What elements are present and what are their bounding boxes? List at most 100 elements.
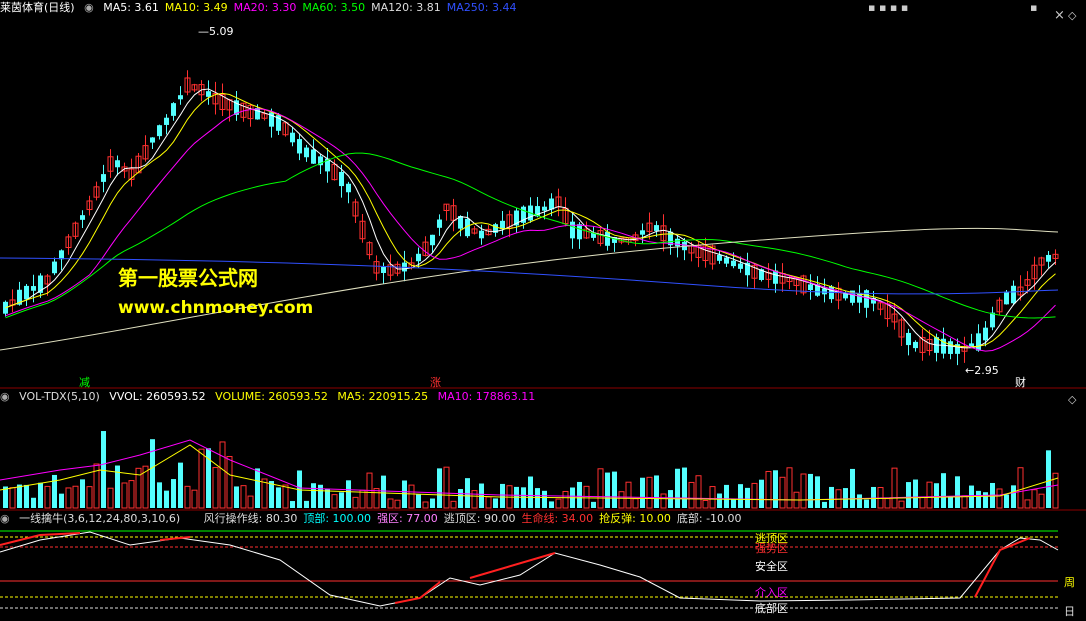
candle-body	[416, 253, 421, 262]
volume-bar	[528, 476, 533, 508]
candle-body	[640, 230, 645, 235]
volume-bar	[80, 479, 85, 508]
volume-bar	[325, 488, 330, 508]
volume-bar	[86, 486, 93, 509]
candle-body	[101, 174, 106, 182]
volume-bar	[402, 480, 407, 508]
volume-bar	[416, 494, 421, 508]
volume-bar	[1004, 494, 1009, 508]
volume-bar	[198, 448, 205, 509]
volume-header: ◉ VOL-TDX(5,10) VVOL: 260593.52 VOLUME: …	[0, 389, 541, 405]
volume-bar	[282, 484, 289, 509]
volume-bar	[422, 501, 429, 509]
volume-bar	[682, 467, 687, 508]
candle-body	[1004, 291, 1009, 305]
operation-line-strong	[394, 537, 1031, 604]
indicator-value-item: 顶部: 100.00	[303, 512, 372, 525]
volume-bar	[101, 431, 106, 508]
volume-bar	[779, 476, 786, 509]
candle-body	[983, 327, 988, 341]
volume-bar	[59, 493, 64, 508]
volume-bar	[290, 501, 295, 508]
volume-bar	[373, 488, 380, 509]
volume-bar	[128, 480, 135, 509]
candle-body	[570, 221, 575, 239]
volume-bar	[269, 481, 274, 508]
candle-body	[311, 149, 316, 164]
zone-strong: 强势区	[755, 542, 788, 555]
volume-bar	[695, 475, 702, 509]
volume-bar	[465, 478, 470, 508]
volume-bar	[948, 495, 953, 508]
operation-line	[0, 531, 1059, 607]
volume-bar	[751, 482, 758, 509]
volume-bar	[157, 482, 162, 508]
volume-bar	[808, 473, 813, 508]
volume-bar	[121, 482, 128, 509]
vol-ma5-value: MA5: 220915.25	[337, 390, 429, 403]
volume-bar	[164, 490, 169, 508]
volume-bar	[31, 497, 36, 508]
volume-bar	[535, 488, 540, 508]
candle-body	[542, 206, 547, 211]
volume-bar	[450, 500, 457, 509]
volume-bar	[178, 462, 183, 508]
candle-body	[52, 261, 57, 274]
candle-body	[304, 147, 309, 158]
volume-bar	[941, 473, 946, 508]
volume-bar	[555, 498, 562, 509]
volume-bar	[815, 476, 820, 508]
volume-bar	[773, 470, 778, 508]
candle-body	[24, 285, 29, 300]
volume-bar	[612, 471, 617, 508]
volume-bar	[597, 468, 604, 509]
volume-bar	[822, 501, 827, 508]
candle-body	[724, 257, 729, 264]
vol-indicator-name[interactable]: VOL-TDX(5,10)	[19, 390, 100, 403]
volume-bar	[786, 467, 793, 509]
volume-bar	[394, 499, 401, 509]
volume-bar	[346, 480, 351, 508]
candle-body	[178, 95, 183, 100]
indicator-name[interactable]: 一线擒牛(3,6,12,24,80,3,10,6)	[19, 512, 180, 525]
indicator-value-item: 逃顶区: 90.00	[443, 512, 516, 525]
volume-bar	[864, 499, 869, 508]
indicator-header: ◉ 一线擒牛(3,6,12,24,80,3,10,6) 风行操作线: 80.30…	[0, 511, 754, 527]
volume-bar	[738, 484, 743, 508]
low-price-label: ←2.95	[965, 364, 999, 377]
volume-bar	[72, 485, 79, 509]
vvol-value: VVOL: 260593.52	[109, 390, 206, 403]
volume-bar	[934, 483, 939, 508]
candle-body	[31, 286, 36, 291]
volume-bar	[625, 481, 632, 509]
collapse-icon-ind[interactable]: ◉	[0, 512, 10, 525]
volume-bar	[247, 495, 254, 509]
volume-bar	[709, 486, 716, 509]
volume-bar	[731, 499, 736, 508]
volume-bar	[1024, 499, 1031, 509]
candle-body	[675, 238, 680, 247]
watermark-title: 第一股票公式网	[118, 266, 258, 290]
volume-bar	[339, 492, 344, 508]
volume-bar	[913, 479, 918, 508]
candle-body	[738, 263, 743, 269]
volume-bar	[304, 500, 309, 508]
candle-body	[479, 230, 484, 239]
volume-bar	[605, 472, 610, 508]
candle-body	[206, 91, 211, 97]
candle-body	[297, 139, 302, 154]
volume-bar	[1011, 485, 1016, 508]
indicator-value-item: 强区: 77.00	[377, 512, 438, 525]
volume-bar	[660, 493, 667, 509]
volume-bar	[632, 498, 639, 509]
candle-body	[115, 160, 120, 168]
vol-ma10-value: MA10: 178863.11	[437, 390, 536, 403]
volume-bar	[961, 495, 968, 509]
candle-body	[654, 225, 659, 231]
volume-bar	[996, 488, 1003, 509]
volume-bar	[1038, 493, 1045, 509]
volume-bar	[458, 489, 463, 508]
volume-bar	[430, 498, 435, 508]
collapse-icon-vol[interactable]: ◉	[0, 390, 10, 403]
volume-bar	[542, 490, 547, 508]
